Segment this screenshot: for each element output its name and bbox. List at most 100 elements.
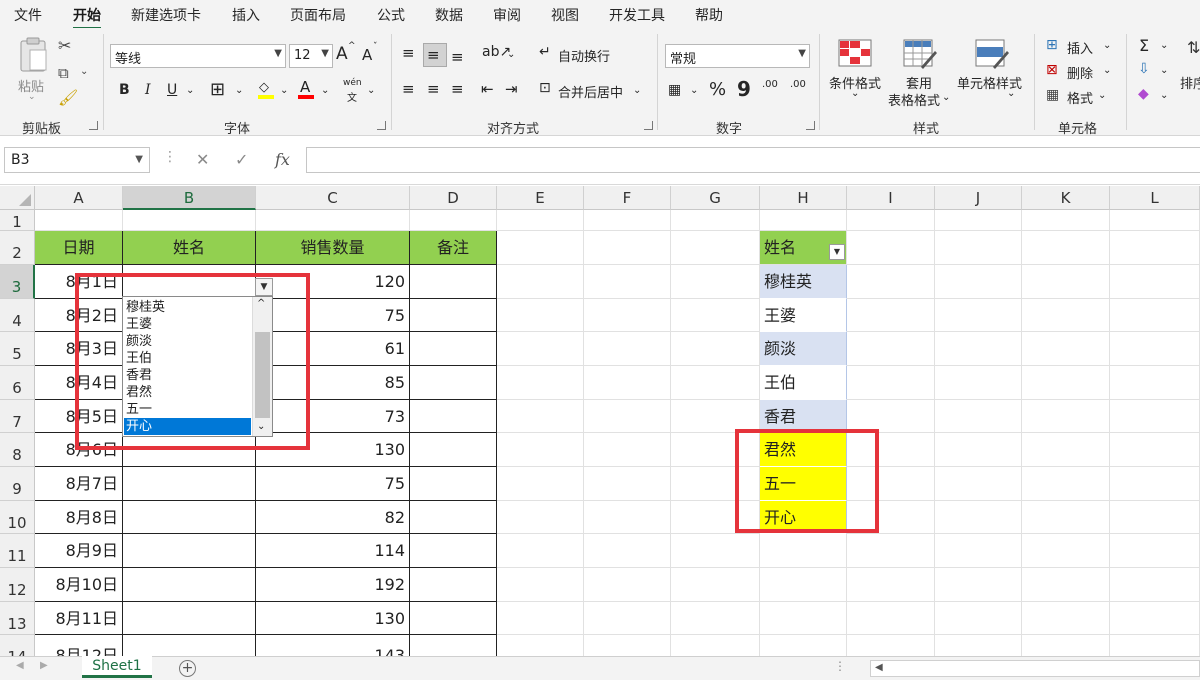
insert-function-button[interactable]: fx <box>275 150 290 169</box>
cell[interactable] <box>1022 568 1110 602</box>
font-size-select[interactable]: 12 ▼ <box>289 44 333 68</box>
wrap-text-button[interactable]: 自动换行 <box>558 46 610 65</box>
comma-button[interactable]: 9 <box>737 77 751 101</box>
cell[interactable] <box>497 231 584 265</box>
column-header-h[interactable]: H <box>760 186 847 210</box>
list-item[interactable]: 王伯 <box>760 366 847 400</box>
tab-split-handle-icon[interactable]: ⋮ <box>834 659 846 673</box>
cell[interactable] <box>847 366 935 400</box>
list-item[interactable]: 穆桂英 <box>760 265 847 299</box>
paste-button[interactable] <box>18 36 48 77</box>
note-cell[interactable] <box>410 635 497 656</box>
cell[interactable] <box>671 602 760 635</box>
insert-dropdown-icon[interactable]: ⌄ <box>1103 40 1111 51</box>
align-right-icon[interactable]: ≡ <box>451 80 464 98</box>
bold-button[interactable]: B <box>119 82 130 98</box>
cell[interactable] <box>497 299 584 332</box>
shrink-font-button[interactable]: A <box>362 46 372 64</box>
merge-dropdown-icon[interactable]: ⌄ <box>633 85 641 96</box>
dropdown-option[interactable]: 穆桂英 <box>124 299 251 316</box>
scroll-down-icon[interactable]: ⌄ <box>257 421 265 432</box>
name-box[interactable]: B3 ▼ <box>4 147 150 173</box>
header-note[interactable]: 备注 <box>410 231 497 265</box>
align-top-icon[interactable]: ≡ <box>402 44 415 62</box>
delete-cells-icon[interactable]: ⊠ <box>1046 62 1058 78</box>
cell[interactable] <box>584 467 671 501</box>
cell[interactable] <box>671 433 760 467</box>
paste-dropdown-icon[interactable]: ⌄ <box>28 92 36 102</box>
cell[interactable] <box>935 231 1022 265</box>
insert-cells-button[interactable]: 插入 <box>1067 38 1093 57</box>
copy-icon[interactable]: ⧉ <box>58 64 69 82</box>
cell[interactable] <box>671 231 760 265</box>
name-cell[interactable] <box>123 568 256 602</box>
increase-indent-icon[interactable]: ⇥ <box>505 80 518 98</box>
column-header-k[interactable]: K <box>1022 186 1110 210</box>
date-cell[interactable]: 8月4日 <box>35 366 123 400</box>
cell[interactable] <box>584 635 671 656</box>
cell[interactable] <box>935 265 1022 299</box>
qty-cell[interactable]: 85 <box>256 366 410 400</box>
cell[interactable] <box>671 265 760 299</box>
cell[interactable] <box>935 210 1022 231</box>
name-cell[interactable] <box>123 467 256 501</box>
cell[interactable] <box>847 231 935 265</box>
borders-icon[interactable]: ⊞ <box>210 79 225 100</box>
merge-center-icon[interactable]: ⊡ <box>539 80 551 96</box>
note-cell[interactable] <box>410 265 497 299</box>
cell[interactable] <box>935 501 1022 534</box>
cell[interactable] <box>1110 210 1200 231</box>
number-launcher-icon[interactable] <box>806 121 815 130</box>
cell[interactable] <box>1022 501 1110 534</box>
date-cell[interactable]: 8月2日 <box>35 299 123 332</box>
cell[interactable] <box>1110 467 1200 501</box>
tab-new-tab[interactable]: 新建选项卡 <box>131 5 201 25</box>
dropdown-option[interactable]: 王伯 <box>124 350 251 367</box>
cell-styles-icon[interactable] <box>975 39 1009 72</box>
cell[interactable] <box>1022 433 1110 467</box>
decrease-decimal-button[interactable]: .00 <box>790 79 806 90</box>
conditional-dropdown-icon[interactable]: ⌄ <box>851 88 859 99</box>
cell[interactable] <box>671 332 760 366</box>
validation-dropdown-button[interactable]: ▼ <box>255 278 273 296</box>
cell[interactable] <box>497 501 584 534</box>
merge-center-button[interactable]: 合并后居中 <box>558 82 623 101</box>
cell[interactable] <box>760 210 847 231</box>
header-date[interactable]: 日期 <box>35 231 123 265</box>
align-middle-icon[interactable]: ≡ <box>427 46 440 64</box>
cell[interactable] <box>847 534 935 568</box>
dropdown-option[interactable]: 王婆 <box>124 316 251 333</box>
fill-dropdown-icon[interactable]: ⌄ <box>1160 65 1168 76</box>
cell[interactable] <box>256 210 410 231</box>
align-left-icon[interactable]: ≡ <box>402 80 415 98</box>
cell[interactable] <box>497 366 584 400</box>
fill-down-icon[interactable]: ⇩ <box>1138 61 1150 77</box>
note-cell[interactable] <box>410 299 497 332</box>
clipboard-launcher-icon[interactable] <box>89 121 98 130</box>
column-header-g[interactable]: G <box>671 186 760 210</box>
cell[interactable] <box>1022 231 1110 265</box>
name-cell[interactable] <box>123 635 256 656</box>
column-header-a[interactable]: A <box>35 186 123 210</box>
qty-cell[interactable]: 130 <box>256 602 410 635</box>
cell[interactable] <box>584 265 671 299</box>
accounting-icon[interactable]: ▦ <box>668 82 681 98</box>
list-item[interactable]: 开心 <box>760 501 847 534</box>
active-cell-b3[interactable] <box>123 265 256 299</box>
tab-help[interactable]: 帮助 <box>695 5 723 25</box>
cell[interactable] <box>497 534 584 568</box>
qty-cell[interactable]: 114 <box>256 534 410 568</box>
cell[interactable] <box>847 602 935 635</box>
tab-formulas[interactable]: 公式 <box>377 5 405 25</box>
tab-view[interactable]: 视图 <box>551 5 579 25</box>
column-header-b[interactable]: B <box>123 186 256 210</box>
phonetic-icon[interactable]: wén <box>343 78 362 88</box>
clear-icon[interactable]: ◆ <box>1138 86 1149 102</box>
cell[interactable] <box>671 400 760 433</box>
list-item[interactable]: 君然 <box>760 433 847 467</box>
sheet-tab-sheet1[interactable]: Sheet1 <box>82 656 152 678</box>
row-header-2[interactable]: 2 <box>0 231 35 265</box>
cell[interactable] <box>935 568 1022 602</box>
cell[interactable] <box>935 602 1022 635</box>
cell[interactable] <box>1022 210 1110 231</box>
